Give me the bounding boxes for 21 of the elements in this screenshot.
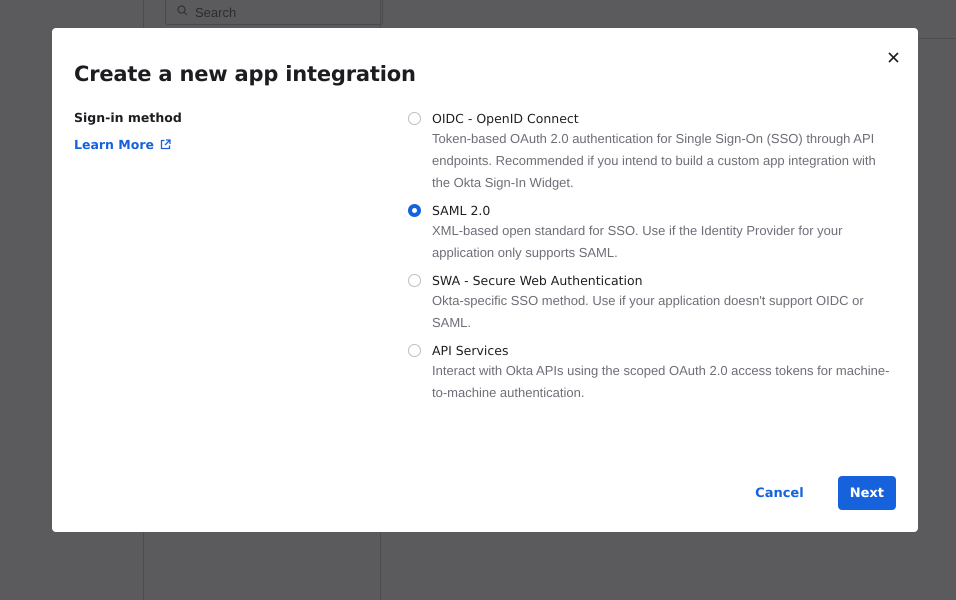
field-label: Sign-in method	[74, 110, 183, 125]
option-label[interactable]: SWA - Secure Web Authentication	[432, 272, 892, 290]
option-label[interactable]: API Services	[432, 342, 892, 360]
radio-button[interactable]	[408, 344, 421, 357]
option-description: Okta-specific SSO method. Use if your application doesn't support OIDC or SAML.	[432, 292, 865, 332]
option-label[interactable]: OIDC - OpenID Connect	[432, 110, 892, 128]
radio-button[interactable]	[408, 274, 421, 287]
learn-more-link[interactable]: Learn More	[74, 137, 171, 152]
next-button[interactable]: Next	[838, 476, 896, 510]
close-icon	[888, 52, 899, 63]
option-description: XML-based open standard for SSO. Use if the Identity Provider for your application only supports SAML.	[432, 222, 844, 262]
radio-button[interactable]	[408, 204, 421, 217]
option-description: Token-based OAuth 2.0 authentication for Single Sign-On (SSO) through API endpoints. Recommended if you intend to build a custom app integration with the Okta Sign-In Widget.	[432, 130, 877, 192]
option-description: Interact with Okta APIs using the scoped OAuth 2.0 access tokens for machine-to-machine authentication.	[432, 362, 890, 402]
radio-button[interactable]	[408, 112, 421, 125]
option-label[interactable]: SAML 2.0	[432, 202, 892, 220]
external-link-icon	[160, 139, 171, 150]
cancel-button[interactable]: Cancel	[743, 476, 816, 510]
search-icon	[177, 5, 188, 16]
dialog-title: Create a new app integration	[74, 62, 416, 86]
close-button[interactable]	[886, 50, 901, 65]
